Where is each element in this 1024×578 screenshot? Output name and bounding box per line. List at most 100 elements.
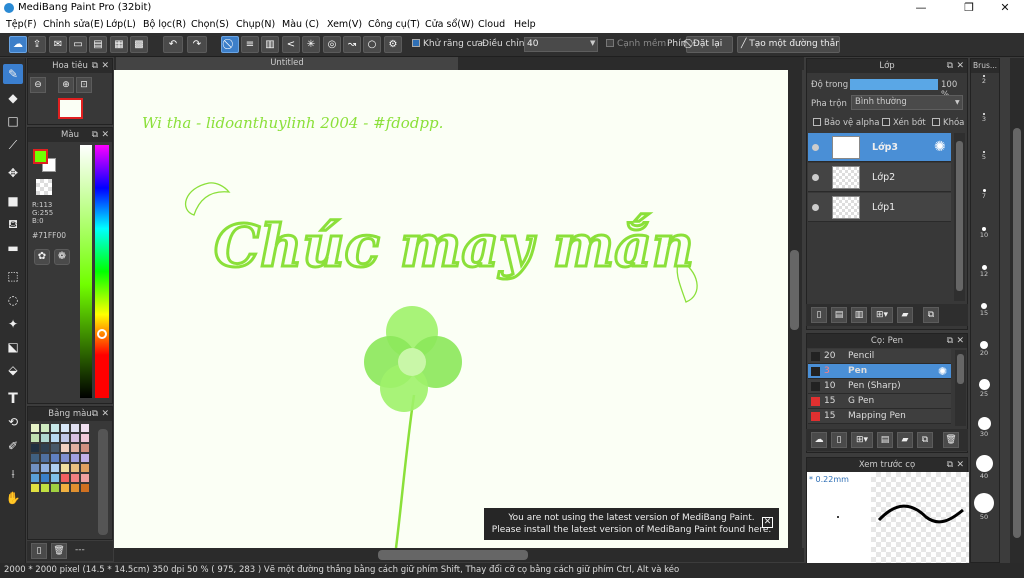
palette-swatch[interactable]	[71, 484, 79, 492]
palette-swatch[interactable]	[81, 474, 89, 482]
panel-close-icon[interactable]: ✕	[956, 458, 964, 472]
divide-tool-icon[interactable]: ⟲	[3, 412, 23, 432]
menu-cloud[interactable]: Cloud	[478, 19, 505, 30]
menu-filter[interactable]: Bộ lọc(R)	[143, 19, 186, 30]
new-halftone-layer-icon[interactable]: ▤	[831, 307, 847, 323]
brush-size-option[interactable]: 7	[972, 189, 996, 200]
float-icon[interactable]: ⧉	[947, 59, 953, 73]
opacity-slider[interactable]	[850, 79, 938, 90]
brush-size-option[interactable]: 2	[972, 75, 996, 85]
palette-swatch[interactable]	[41, 444, 49, 452]
brush-row[interactable]: 20 Pencil	[808, 349, 951, 364]
palette-swatch[interactable]	[81, 444, 89, 452]
move-tool-icon[interactable]: ✥	[3, 163, 23, 183]
palette-swatch[interactable]	[81, 464, 89, 472]
panel-close-icon[interactable]: ✕	[101, 407, 109, 421]
palette-swatch[interactable]	[71, 434, 79, 442]
palette-swatch[interactable]	[61, 464, 69, 472]
visibility-icon[interactable]	[812, 174, 819, 181]
right-scrollbar[interactable]	[1010, 58, 1024, 563]
antialias-checkbox[interactable]: Khử răng cưa	[412, 39, 483, 49]
palette-swatch[interactable]	[31, 484, 39, 492]
palette-swatch[interactable]	[51, 424, 59, 432]
brush-size-option[interactable]: 30	[972, 417, 996, 438]
panel-close-icon[interactable]: ✕	[956, 59, 964, 73]
panel-close-icon[interactable]: ✕	[956, 334, 964, 348]
menu-layer[interactable]: Lớp(L)	[106, 19, 136, 30]
select-eraser-tool-icon[interactable]: ⬙	[3, 360, 23, 380]
minimize-button[interactable]: —	[904, 0, 938, 17]
panel-close-icon[interactable]: ✕	[101, 59, 109, 73]
palette-swatch[interactable]	[71, 454, 79, 462]
palette-swatch[interactable]	[31, 464, 39, 472]
palette-swatch[interactable]	[51, 434, 59, 442]
circle-snap-icon[interactable]: ○	[363, 36, 381, 53]
lock-checkbox[interactable]: Khóa	[932, 118, 964, 128]
gear-icon[interactable]: ✺	[938, 364, 947, 379]
folder-icon[interactable]: ▰	[897, 307, 913, 323]
menu-tools[interactable]: Công cụ(T)	[368, 19, 420, 30]
menu-help[interactable]: Help	[514, 19, 536, 30]
lasso-tool-icon[interactable]: ◌	[3, 290, 23, 310]
straight-line-button[interactable]: ╱ Tạo một đường thẳng	[737, 36, 840, 53]
brush-settings-icon[interactable]: ▤	[877, 432, 893, 448]
hue-slider[interactable]	[95, 145, 109, 398]
layer-row[interactable]: Lớp3 ✺	[808, 133, 951, 162]
hue-marker[interactable]	[97, 329, 107, 339]
concentric-snap-icon[interactable]: ◎	[323, 36, 341, 53]
palette-swatch[interactable]	[51, 444, 59, 452]
palette-swatch[interactable]	[31, 424, 39, 432]
brush-size-option[interactable]: 12	[972, 265, 996, 278]
layer-scroll-thumb[interactable]	[956, 141, 963, 291]
magic-wand-tool-icon[interactable]: ✦	[3, 314, 23, 334]
cloud-icon[interactable]: ☁	[9, 36, 27, 53]
transparent-color-swatch[interactable]	[36, 179, 52, 195]
palette-swatch[interactable]	[31, 444, 39, 452]
palette-swatch[interactable]	[51, 474, 59, 482]
palette-swatch[interactable]	[71, 444, 79, 452]
brush-scroll-thumb[interactable]	[957, 354, 964, 384]
fill-shape-tool-icon[interactable]: ■	[3, 191, 23, 211]
reset-button[interactable]: ⃠ Đặt lại	[686, 36, 733, 53]
palette-swatch[interactable]	[71, 464, 79, 472]
brush-size-option[interactable]: 10	[972, 227, 996, 239]
menu-edit[interactable]: Chỉnh sửa(E)	[43, 19, 104, 30]
palette-swatch[interactable]	[31, 434, 39, 442]
select-pen-tool-icon[interactable]: ⬕	[3, 337, 23, 357]
perspective-snap-icon[interactable]: <	[282, 36, 300, 53]
palette-swatch[interactable]	[81, 434, 89, 442]
palette-swatch[interactable]	[61, 434, 69, 442]
color-wheel-icon[interactable]: ❁	[54, 249, 70, 265]
new-layer-icon[interactable]: ▯	[811, 307, 827, 323]
duplicate-layer-icon[interactable]: ⧉	[923, 307, 939, 323]
share-icon[interactable]: ⇪	[28, 36, 46, 53]
palette-swatch[interactable]	[81, 454, 89, 462]
float-icon[interactable]: ⧉	[92, 59, 98, 73]
notice-close-icon[interactable]: ✕	[762, 517, 773, 528]
palette-swatch[interactable]	[41, 454, 49, 462]
add-layer-menu-icon[interactable]: ⊞▾	[871, 307, 893, 323]
text-tool-icon[interactable]: T	[3, 389, 23, 409]
window-icon[interactable]: ▭	[69, 36, 87, 53]
brush-row[interactable]: 3 Pen ✺	[808, 364, 951, 379]
hand-tool-icon[interactable]: ✋	[3, 488, 23, 508]
right-scroll-thumb[interactable]	[1013, 128, 1021, 538]
palette-swatch[interactable]	[81, 424, 89, 432]
palette-swatch[interactable]	[41, 484, 49, 492]
brush-scrollbar[interactable]	[955, 350, 966, 426]
canvas-vertical-scrollbar[interactable]	[788, 70, 802, 548]
palette-swatch[interactable]	[81, 484, 89, 492]
palette-swatch[interactable]	[41, 474, 49, 482]
palette-swatch[interactable]	[31, 474, 39, 482]
dropdown-arrow-icon[interactable]: ▼	[590, 39, 595, 47]
palette-icon[interactable]: ✿	[34, 249, 50, 265]
duplicate-brush-icon[interactable]: ⧉	[917, 432, 933, 448]
new-8bit-layer-icon[interactable]: ▥	[851, 307, 867, 323]
brush-tool-icon[interactable]: ✎	[3, 64, 23, 84]
brush-row[interactable]: 10 Pen (Sharp)	[808, 379, 951, 394]
blend-mode-select[interactable]: Bình thường	[851, 95, 963, 110]
cloud-brush-icon[interactable]: ☁	[811, 432, 827, 448]
saturation-slider[interactable]	[80, 145, 92, 398]
palette-swatch[interactable]	[61, 454, 69, 462]
brush-size-option[interactable]: 50	[972, 493, 996, 521]
